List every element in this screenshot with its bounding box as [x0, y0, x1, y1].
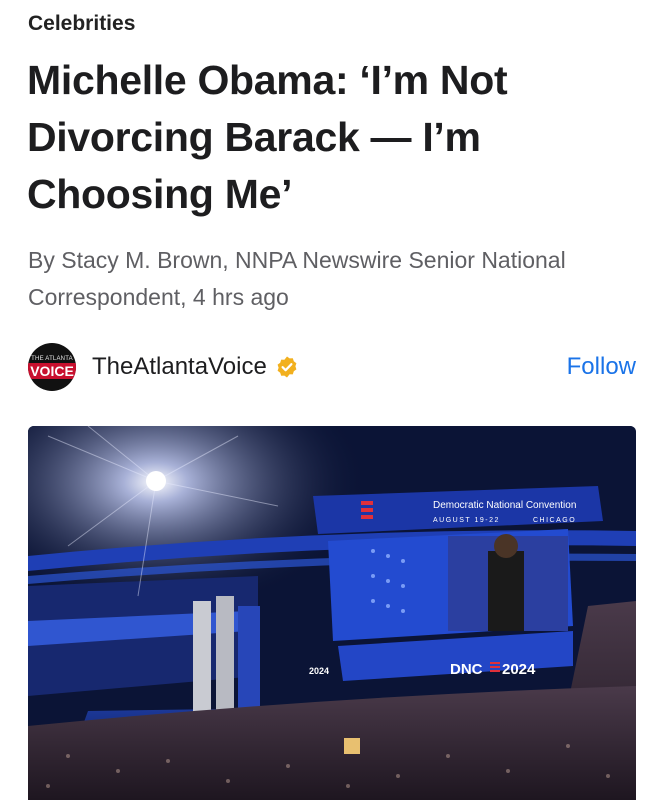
banner-logo: DNC	[450, 661, 483, 678]
verified-badge-icon	[277, 356, 297, 378]
avatar-main-text: VOICE	[28, 362, 76, 379]
article-byline: By Stacy M. Brown, NNPA Newswire Senior …	[28, 247, 566, 310]
article-headline: Michelle Obama: ‘I’m Not Divorcing Barac…	[27, 57, 508, 217]
convention-photo: Democratic National Convention AUGUST 19…	[28, 426, 636, 800]
follow-button[interactable]: Follow	[567, 353, 636, 381]
hero-image[interactable]: Democratic National Convention AUGUST 19…	[28, 426, 636, 800]
avatar-top-text: THE ATLANTA	[31, 355, 73, 362]
banner-year: 2024	[502, 661, 536, 678]
screen-title: Democratic National Convention	[433, 500, 576, 511]
dnc-logo-icon	[361, 501, 373, 519]
banner-stripes-icon	[490, 662, 500, 672]
category-label[interactable]: Celebrities	[28, 12, 135, 36]
publisher-avatar[interactable]: THE ATLANTA VOICE	[28, 343, 76, 391]
article-page: Celebrities Michelle Obama: ‘I’m Not Div…	[0, 0, 663, 800]
screen-city: CHICAGO	[533, 517, 576, 524]
screen-dates: AUGUST 19-22	[433, 517, 500, 524]
source-row: THE ATLANTA VOICE TheAtlantaVoice Follow	[28, 343, 636, 391]
side-logo-year: 2024	[309, 666, 329, 676]
publisher-name[interactable]: TheAtlantaVoice	[92, 353, 267, 381]
